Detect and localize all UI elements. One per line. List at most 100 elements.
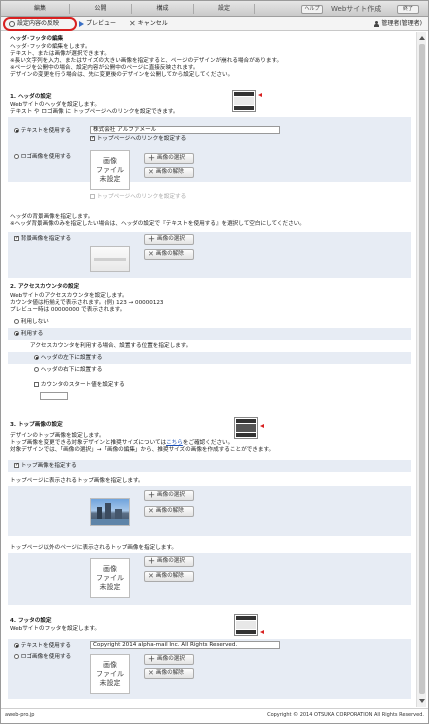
counter-start-input[interactable] (40, 392, 68, 400)
top-menu-bar: 編集 公開 構成 設定 ヘルプ Webサイト作成 終了 (1, 1, 428, 17)
top-desc-3: 対象デザインでは、「画像の選択」→「画像の編集」から、推奨サイズの画像を作成する… (10, 447, 275, 453)
other-page-desc: トップページ以外のページに表示されるトップ画像を指定します。 (10, 545, 178, 551)
intro-line-2: テキスト、または画像が選択できます。 (10, 51, 110, 57)
x-icon: ✕ (148, 507, 154, 515)
other-select-button[interactable]: ＋ 画像の選択 (144, 556, 194, 567)
x-icon: ✕ (148, 572, 154, 580)
select-label: 画像の選択 (157, 155, 185, 161)
scroll-down-icon[interactable] (419, 699, 425, 703)
admin-label: 管理者(管理者) (381, 20, 422, 27)
menu-edit[interactable]: 編集 (11, 4, 69, 14)
radio-unselected (14, 654, 19, 659)
plus-icon: ＋ (148, 557, 155, 565)
top-image-check-label: トップ画像を指定する (20, 463, 77, 469)
header-section-title: 1. ヘッダの設定 (10, 94, 52, 100)
footer-select-button[interactable]: ＋ 画像の選択 (144, 654, 194, 665)
remove-label: 画像の解除 (155, 251, 184, 257)
counter-pos-desc: アクセスカウンタを利用する場合、設置する位置を指定します。 (30, 343, 192, 349)
checkbox-checked (14, 236, 19, 241)
intro-line-1: ヘッダ･フッタの編集をします。 (10, 44, 91, 50)
header-desc-1: Webサイトのヘッダを設定します。 (10, 102, 100, 108)
layout-icon (234, 417, 258, 439)
radio-selected (14, 643, 19, 648)
top-page-desc: トップページに表示されるトップ画像を指定します。 (10, 478, 144, 484)
header-logo-link-check[interactable]: トップページへのリンクを設定する (90, 194, 186, 201)
vertical-scrollbar[interactable] (416, 32, 426, 707)
intro-line-3: ※長い文字列を入力、またはサイズの大きい画像を指定すると、ページのデザインが崩れ… (10, 58, 283, 64)
header-logo-select-button[interactable]: ＋ 画像の選択 (144, 153, 194, 164)
counter-start-label: カウンタのスタート値を設定する (40, 382, 125, 388)
play-icon (79, 21, 84, 27)
other-image-preview: 画像 ファイル 未設定 (90, 558, 130, 598)
radio-unselected (34, 367, 39, 372)
counter-on-label: 利用する (20, 331, 44, 337)
scroll-thumb[interactable] (419, 44, 425, 694)
plus-icon: ＋ (148, 655, 155, 663)
footer-text-radio[interactable]: テキストを使用する (14, 643, 71, 650)
header-bg-desc-1: ヘッダの背景画像を指定します。 (10, 214, 94, 220)
counter-pos-left-radio[interactable]: ヘッダの左下に設置する (34, 355, 102, 362)
layout-icon (234, 614, 258, 636)
cancel-button[interactable]: ✕ キャンセル (129, 19, 168, 29)
no-image-text: 画像 ファイル 未設定 (96, 660, 124, 687)
intro-line-4: ※ページを公開中の場合、設定内容が公開中のページに直接反映されます。 (10, 65, 199, 71)
radio-selected (14, 128, 19, 133)
top-desc-2b: をご確認ください。 (182, 440, 234, 446)
main-content: ヘッダ･フッタの編集 ヘッダ･フッタの編集をします。 テキスト、または画像が選択… (4, 32, 416, 707)
checkbox-unchecked (34, 382, 39, 387)
counter-start-check[interactable]: カウンタのスタート値を設定する (34, 382, 125, 389)
checkbox-checked (90, 136, 95, 141)
counter-pos-right-radio[interactable]: ヘッダの右下に設置する (34, 367, 102, 374)
footer-text-radio-label: テキストを使用する (20, 643, 71, 649)
plus-icon: ＋ (148, 491, 155, 499)
top-desc-2a: トップ画像を変更できる対象デザインと推奨サイズについては (10, 440, 167, 446)
header-logo-remove-button[interactable]: ✕ 画像の解除 (144, 167, 194, 178)
footer-logo-preview: 画像 ファイル 未設定 (90, 654, 130, 694)
header-bg-remove-button[interactable]: ✕ 画像の解除 (144, 249, 194, 260)
no-image-text: 画像 ファイル 未設定 (96, 156, 124, 183)
remove-label: 画像の解除 (155, 670, 184, 676)
footer-logo-radio[interactable]: ロゴ画像を使用する (14, 654, 71, 661)
menu-publish[interactable]: 公開 (69, 4, 131, 14)
top-select-button[interactable]: ＋ 画像の選択 (144, 490, 194, 501)
header-bg-check[interactable]: 背景画像を指定する (14, 236, 71, 243)
radio-unselected (14, 319, 19, 324)
footer-domain: aweb-pro.jp (5, 712, 35, 718)
webmake-label: Webサイト作成 (331, 5, 382, 13)
counter-desc-2: カウンタ値は桁揃えで表示されます。(例) 123 → 00000123 (10, 300, 164, 306)
top-remove-button[interactable]: ✕ 画像の解除 (144, 506, 194, 517)
footer-text-input[interactable]: Copyright 2014 alpha-mail Inc. All Right… (90, 641, 280, 649)
header-logo-radio[interactable]: ロゴ画像を使用する (14, 154, 71, 161)
help-button[interactable]: ヘルプ (301, 5, 323, 14)
counter-on-radio[interactable]: 利用する (14, 331, 43, 338)
header-bg-select-button[interactable]: ＋ 画像の選択 (144, 234, 194, 245)
remove-label: 画像の解除 (155, 169, 184, 175)
preview-button[interactable]: プレビュー (79, 19, 116, 29)
top-image-check[interactable]: トップ画像を指定する (14, 463, 77, 470)
layout-icon (232, 90, 256, 112)
other-remove-button[interactable]: ✕ 画像の解除 (144, 571, 194, 582)
header-text-radio-label: テキストを使用する (20, 128, 71, 134)
header-text-input[interactable]: 株式会社 アルファメール (90, 126, 280, 134)
top-desc-1: デザインのトップ画像を設定します。 (10, 433, 105, 439)
counter-off-radio[interactable]: 利用しない (14, 319, 49, 326)
select-label: 画像の選択 (157, 558, 185, 564)
footer-logo-radio-label: ロゴ画像を使用する (20, 654, 72, 660)
menu-structure[interactable]: 構成 (131, 4, 193, 14)
person-icon (374, 21, 380, 27)
menu-settings[interactable]: 設定 (193, 4, 255, 14)
header-text-link-label: トップページへのリンクを設定する (96, 136, 187, 142)
footer-remove-button[interactable]: ✕ 画像の解除 (144, 668, 194, 679)
counter-desc-3: プレビュー時は 00000000 で表示されます。 (10, 307, 126, 313)
select-label: 画像の選択 (157, 492, 185, 498)
page-footer: aweb-pro.jp Copyright © 2014 OTSUKA CORP… (1, 708, 428, 723)
checkbox-disabled (90, 194, 95, 199)
page-title: ヘッダ･フッタの編集 (10, 36, 64, 42)
header-text-radio[interactable]: テキストを使用する (14, 128, 71, 135)
top-desc-link[interactable]: こちら (166, 440, 183, 446)
scroll-up-icon[interactable] (419, 36, 425, 40)
header-text-link-check[interactable]: トップページへのリンクを設定する (90, 136, 186, 143)
admin-user[interactable]: 管理者(管理者) (374, 19, 422, 29)
end-button[interactable]: 終了 (397, 5, 419, 14)
intro-line-5: デザインの変更を行う場合は、先に変更後のデザインを公開してから設定してください。 (10, 72, 234, 78)
